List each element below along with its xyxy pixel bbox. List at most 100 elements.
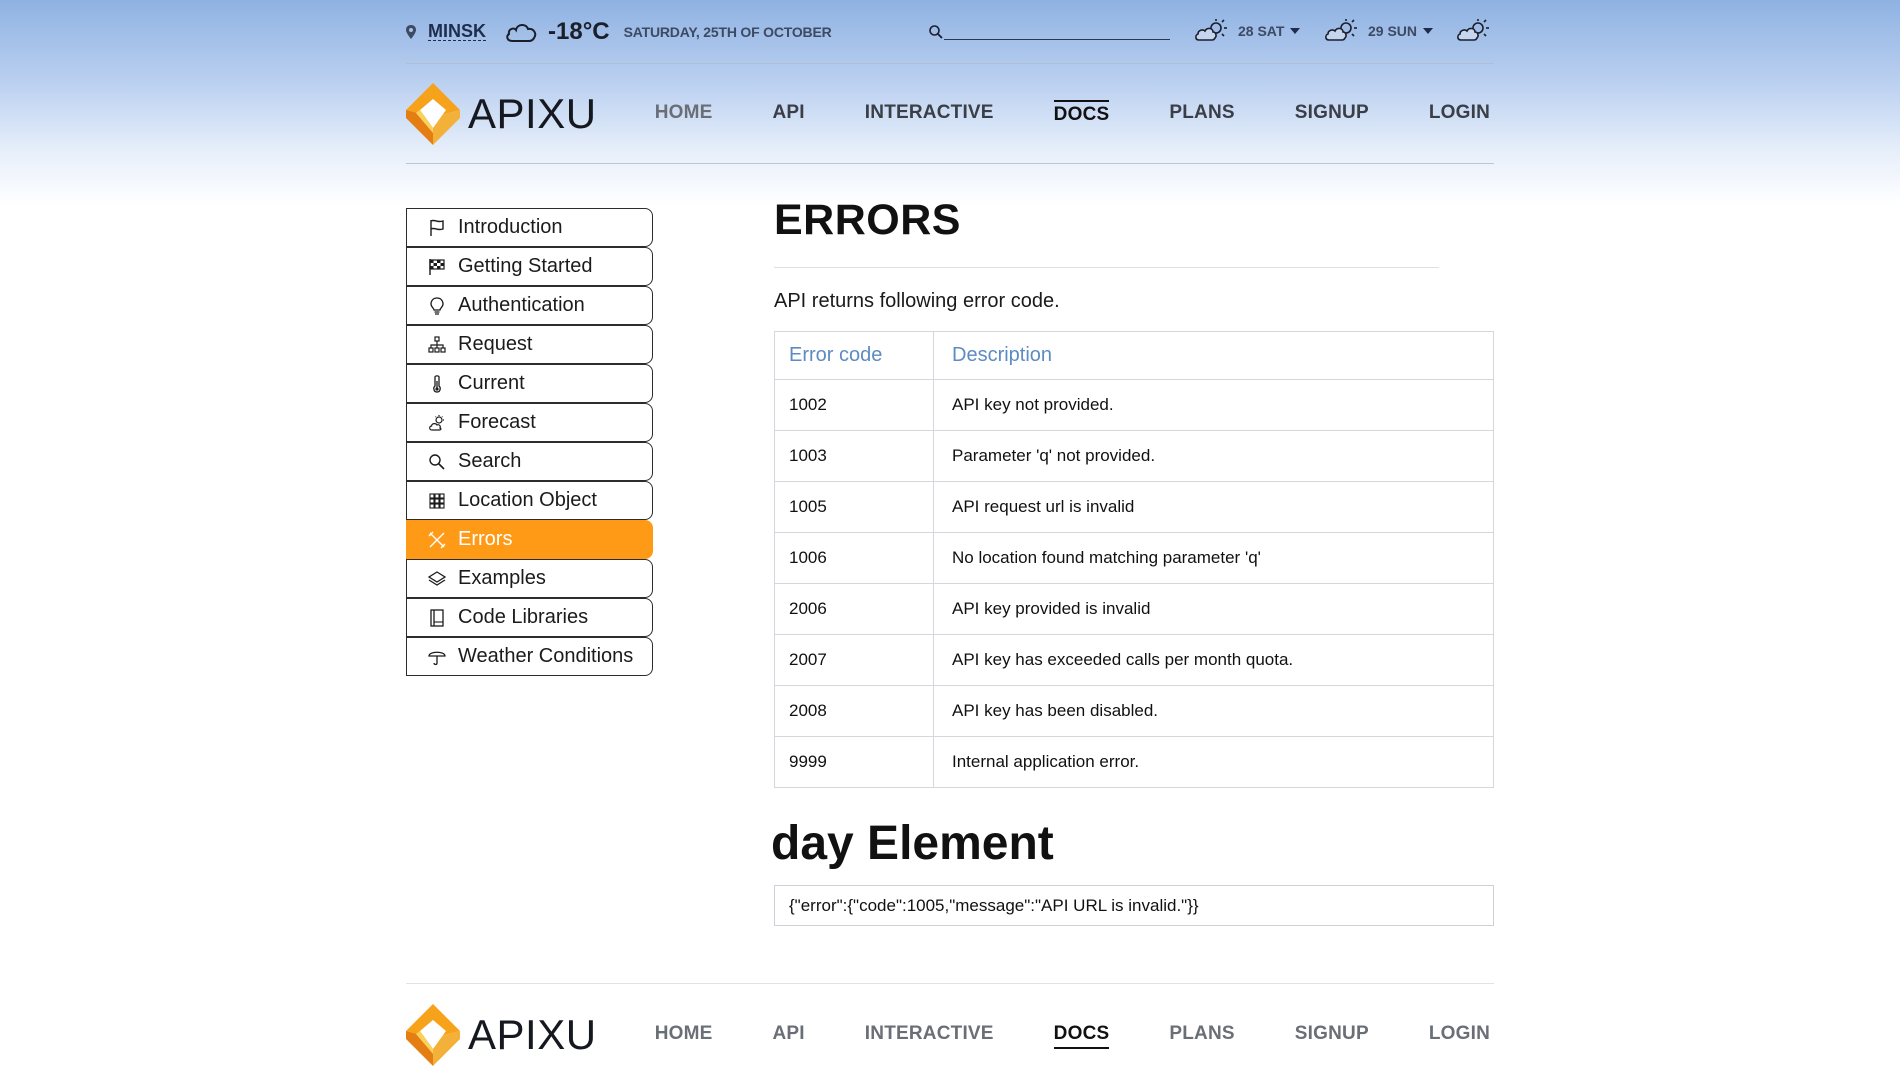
error-code-cell: 2008	[774, 685, 934, 737]
footer-logo[interactable]: APIXU	[406, 1003, 597, 1066]
footer-nav-login[interactable]: LOGIN	[1429, 1021, 1490, 1049]
sidebar-item-introduction[interactable]: Introduction	[406, 208, 653, 247]
section-title: day Element	[771, 817, 1054, 870]
logo[interactable]: APIXU	[406, 82, 597, 145]
sidebar-item-authentication[interactable]: Authentication	[406, 286, 653, 325]
sun-cloud-icon	[426, 412, 448, 434]
sidebar-item-current[interactable]: Current	[406, 364, 653, 403]
divider	[774, 267, 1439, 268]
cross-icon	[426, 529, 448, 551]
footer-nav-api[interactable]: API	[773, 1021, 805, 1049]
docs-sidebar: Introduction Getting Started Authenticat…	[406, 208, 653, 676]
footer-nav-signup[interactable]: SIGNUP	[1295, 1021, 1369, 1049]
table-row: 1006 No location found matching paramete…	[774, 532, 1494, 584]
sidebar-item-label: Location Object	[458, 489, 597, 511]
forecast-day-1[interactable]: 28 SAT	[1194, 18, 1301, 44]
table-row: 2007 API key has exceeded calls per mont…	[774, 634, 1494, 686]
apixu-logo-icon	[406, 82, 460, 145]
sun-cloud-icon	[1195, 19, 1227, 41]
main-content: ERRORS API returns following error code.…	[771, 196, 1494, 926]
error-code-cell: 1006	[774, 532, 934, 584]
intro-text: API returns following error code.	[774, 290, 1060, 312]
sidebar-item-label: Code Libraries	[458, 606, 589, 628]
footer-nav-home[interactable]: HOME	[655, 1021, 713, 1049]
nav-signup[interactable]: SIGNUP	[1295, 100, 1369, 128]
sidebar-item-label: Examples	[458, 567, 546, 589]
error-code-cell: 1003	[774, 430, 934, 482]
apixu-logo-icon	[406, 1003, 460, 1066]
sidebar-item-weather-conditions[interactable]: Weather Conditions	[406, 637, 653, 676]
sidebar-item-examples[interactable]: Examples	[406, 559, 653, 598]
flag-icon	[426, 217, 448, 239]
page-title: ERRORS	[774, 196, 961, 244]
topbar-search[interactable]	[928, 22, 1170, 40]
table-header-row: Error code Description	[774, 331, 1494, 380]
description-cell: API key has exceeded calls per month quo…	[933, 634, 1494, 686]
sidebar-item-label: Search	[458, 450, 522, 472]
weather-topbar: MINSK -18°C SATURDAY, 25TH OF OCTOBER 28…	[406, 0, 1494, 64]
forecast-day-label: 29 SUN	[1368, 23, 1418, 39]
sidebar-item-label: Weather Conditions	[458, 645, 634, 667]
main-menu: HOME API INTERACTIVE DOCS PLANS SIGNUP L…	[595, 99, 1490, 128]
error-code-cell: 9999	[774, 736, 934, 788]
nav-home[interactable]: HOME	[655, 100, 713, 128]
nav-docs[interactable]: DOCS	[1053, 99, 1110, 128]
layers-icon	[426, 568, 448, 590]
table-row: 9999 Internal application error.	[774, 736, 1494, 788]
table-row: 1005 API request url is invalid	[774, 481, 1494, 533]
description-cell: API key has been disabled.	[933, 685, 1494, 737]
book-icon	[426, 607, 448, 629]
lightbulb-icon	[426, 295, 448, 317]
search-icon	[929, 25, 943, 39]
error-codes-table: Error code Description 1002 API key not …	[774, 331, 1494, 788]
table-row: 1002 API key not provided.	[774, 379, 1494, 431]
sidebar-item-label: Errors	[458, 528, 513, 550]
description-cell: Parameter 'q' not provided.	[933, 430, 1494, 482]
description-cell: API key not provided.	[933, 379, 1494, 431]
sidebar-item-label: Current	[458, 372, 525, 394]
forecast-day-3[interactable]	[1456, 18, 1492, 44]
nav-api[interactable]: API	[773, 100, 805, 128]
sidebar-item-search[interactable]: Search	[406, 442, 653, 481]
search-input[interactable]	[944, 22, 1170, 40]
footer-nav-docs[interactable]: DOCS	[1053, 1021, 1110, 1049]
description-cell: No location found matching parameter 'q'	[933, 532, 1494, 584]
sidebar-item-getting-started[interactable]: Getting Started	[406, 247, 653, 286]
forecast-day-2[interactable]: 29 SUN	[1324, 18, 1434, 44]
error-code-cell: 2007	[774, 634, 934, 686]
city-selector[interactable]: MINSK	[428, 22, 486, 41]
sidebar-item-label: Getting Started	[458, 255, 593, 277]
sun-cloud-icon	[1325, 19, 1357, 41]
column-header-description: Description	[933, 331, 1494, 380]
logo-text: APIXU	[468, 1010, 597, 1058]
footer-nav-plans[interactable]: PLANS	[1169, 1021, 1234, 1049]
sun-cloud-icon	[1457, 19, 1489, 41]
nav-plans[interactable]: PLANS	[1169, 100, 1234, 128]
sidebar-item-label: Introduction	[458, 216, 563, 238]
sidebar-item-label: Authentication	[458, 294, 585, 316]
map-pin-icon	[406, 24, 416, 39]
sidebar-item-forecast[interactable]: Forecast	[406, 403, 653, 442]
grid-icon	[426, 490, 448, 512]
sidebar-item-label: Forecast	[458, 411, 536, 433]
sidebar-item-location-object[interactable]: Location Object	[406, 481, 653, 520]
chevron-down-icon	[1290, 28, 1301, 34]
logo-text: APIXU	[468, 89, 597, 137]
description-cell: API key provided is invalid	[933, 583, 1494, 635]
error-code-cell: 2006	[774, 583, 934, 635]
footer-menu: HOME API INTERACTIVE DOCS PLANS SIGNUP L…	[595, 1021, 1490, 1049]
table-row: 1003 Parameter 'q' not provided.	[774, 430, 1494, 482]
sidebar-item-code-libraries[interactable]: Code Libraries	[406, 598, 653, 637]
sidebar-item-request[interactable]: Request	[406, 325, 653, 364]
forecast-day-label: 28 SAT	[1238, 23, 1285, 39]
sidebar-item-errors[interactable]: Errors	[406, 520, 653, 559]
umbrella-icon	[426, 646, 448, 668]
error-code-cell: 1002	[774, 379, 934, 431]
checkered-flag-icon	[426, 256, 448, 278]
sidebar-item-label: Request	[458, 333, 533, 355]
description-cell: API request url is invalid	[933, 481, 1494, 533]
nav-interactive[interactable]: INTERACTIVE	[865, 100, 994, 128]
footer-nav-interactive[interactable]: INTERACTIVE	[865, 1021, 994, 1049]
cloud-icon	[506, 23, 537, 42]
nav-login[interactable]: LOGIN	[1429, 100, 1490, 128]
